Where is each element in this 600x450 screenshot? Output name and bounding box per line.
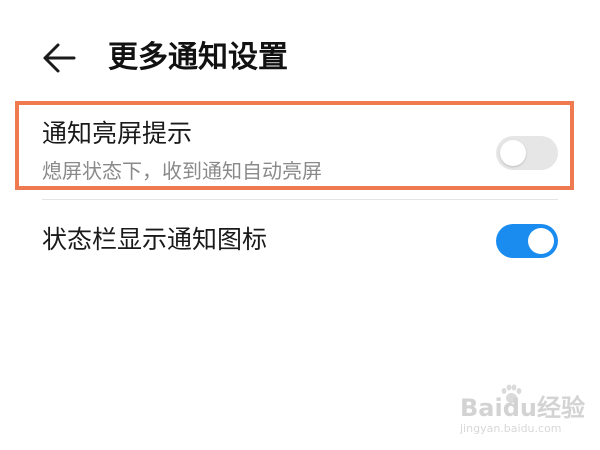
watermark-url: jingyan.baidu.com (460, 422, 562, 435)
status-bar-icon-toggle[interactable] (496, 224, 558, 258)
toggle-knob (528, 228, 554, 254)
header-bar: 更多通知设置 (0, 30, 600, 86)
setting-row-status-bar-icon[interactable]: 状态栏显示通知图标 (0, 210, 600, 274)
baidu-watermark: Baidu经验 jingyan.baidu.com (458, 384, 586, 440)
watermark-brand: Baidu经验 (460, 394, 585, 422)
page-title: 更多通知设置 (108, 40, 288, 75)
highlight-box (15, 101, 574, 190)
back-button[interactable] (38, 40, 78, 76)
row-divider (42, 199, 558, 200)
setting-label-status-bar-icon: 状态栏显示通知图标 (42, 225, 268, 254)
arrow-left-icon (43, 43, 76, 73)
